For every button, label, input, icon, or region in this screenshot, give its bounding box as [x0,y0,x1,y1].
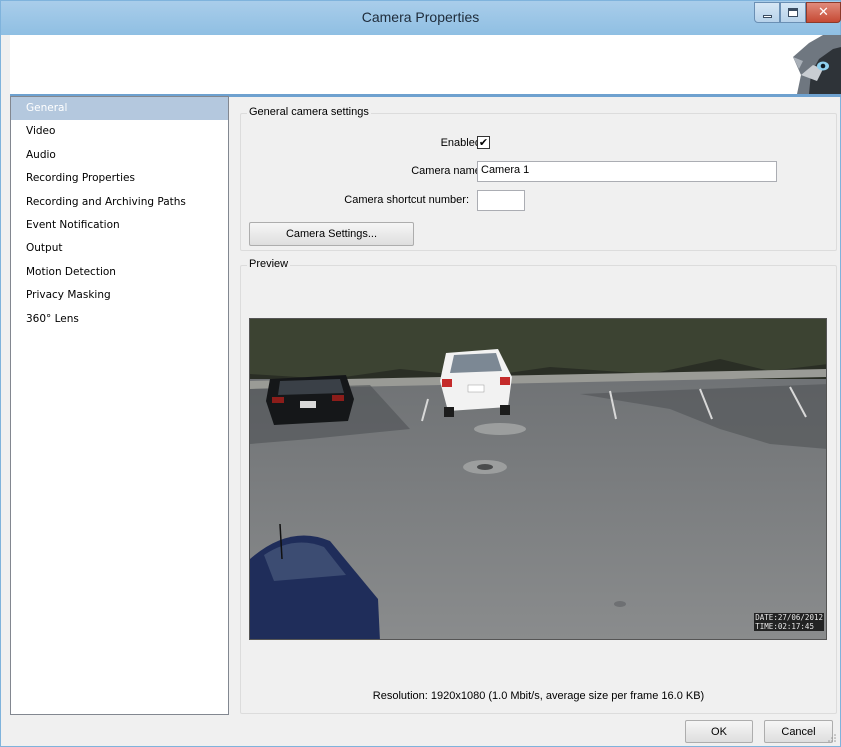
resize-grip-icon[interactable] [828,734,836,742]
camera-name-label: Camera name: [411,165,484,177]
maximize-button[interactable] [780,2,806,23]
camera-properties-window: Camera Properties ✕ General Video Audio … [0,0,841,747]
sidebar-item-output[interactable]: Output [11,237,228,260]
sidebar-item-video[interactable]: Video [11,120,228,143]
preview-title: Preview [247,258,291,270]
camera-preview-image: DATE:27/06/2012 TIME:02:17:45 [249,318,827,640]
shortcut-number-label: Camera shortcut number: [344,194,469,206]
sidebar-item-360-lens[interactable]: 360° Lens [11,308,228,331]
shortcut-number-input[interactable] [477,190,525,211]
wolf-logo-icon [779,35,841,94]
sidebar-item-audio[interactable]: Audio [11,144,228,167]
parking-lot-scene [250,319,826,639]
maximize-icon [788,8,798,17]
category-list[interactable]: General Video Audio Recording Properties… [10,96,229,715]
enabled-checkbox[interactable]: ✔ [477,136,490,149]
general-settings-group: General camera settings Enabled: ✔ Camer… [240,106,837,251]
timestamp-overlay: DATE:27/06/2012 TIME:02:17:45 [754,613,824,631]
close-button[interactable]: ✕ [806,2,841,23]
camera-settings-button[interactable]: Camera Settings... [249,222,414,246]
header-banner [10,35,841,94]
title-bar[interactable]: Camera Properties ✕ [1,1,841,35]
minimize-button[interactable] [754,2,780,23]
sidebar-item-motion-detection[interactable]: Motion Detection [11,261,228,284]
checkmark-icon: ✔ [478,136,489,149]
sidebar-item-recording-archiving-paths[interactable]: Recording and Archiving Paths [11,191,228,214]
timestamp-time: TIME:02:17:45 [755,622,814,631]
cancel-button[interactable]: Cancel [764,720,833,743]
minimize-icon [762,14,772,18]
general-settings-title: General camera settings [247,106,371,118]
sidebar-item-event-notification[interactable]: Event Notification [11,214,228,237]
sidebar-item-recording-properties[interactable]: Recording Properties [11,167,228,190]
sidebar-item-general[interactable]: General [11,97,228,121]
camera-name-input[interactable]: Camera 1 [477,161,777,182]
sidebar-item-privacy-masking[interactable]: Privacy Masking [11,284,228,307]
enabled-label: Enabled: [440,137,484,149]
preview-group: Preview DATE:27/06/2012 TIME:02:17:45 Re… [240,258,837,714]
window-title: Camera Properties [361,9,480,25]
resolution-info: Resolution: 1920x1080 (1.0 Mbit/s, avera… [372,690,705,702]
timestamp-date: DATE:27/06/2012 [755,613,823,622]
close-icon: ✕ [818,5,829,20]
ok-button[interactable]: OK [685,720,753,743]
